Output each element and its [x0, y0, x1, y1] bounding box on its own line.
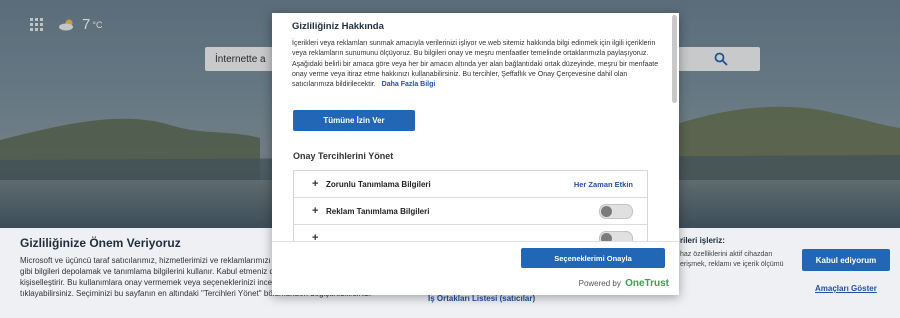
- always-active-status: Her Zaman Etkin: [573, 179, 633, 189]
- modal-description: İçerikleri veya reklamları sunmak amacıy…: [292, 39, 662, 90]
- powered-by[interactable]: Powered by OneTrust: [579, 278, 669, 289]
- show-purposes-link[interactable]: Amaçları Göster: [815, 284, 877, 293]
- category-row-partial[interactable]: +: [294, 225, 647, 241]
- preferences-title: Onay Tercihlerini Yönet: [293, 151, 394, 161]
- category-row-strictly-necessary[interactable]: + Zorunlu Tanımlama Bilgileri Her Zaman …: [294, 171, 647, 198]
- accept-button[interactable]: Kabul ediyorum: [802, 249, 890, 271]
- category-label: Reklam Tanımlama Bilgileri: [326, 206, 430, 216]
- expand-plus-icon[interactable]: +: [312, 178, 322, 190]
- category-row-advertising[interactable]: + Reklam Tanımlama Bilgileri: [294, 198, 647, 225]
- expand-plus-icon[interactable]: +: [312, 205, 322, 217]
- modal-description-text: İçerikleri veya reklamları sunmak amacıy…: [292, 40, 659, 89]
- modal-scrollbar[interactable]: [672, 15, 677, 103]
- advertising-toggle[interactable]: [599, 203, 633, 219]
- category-label: Zorunlu Tanımlama Bilgileri: [326, 179, 431, 189]
- expand-plus-icon[interactable]: +: [312, 232, 322, 241]
- category-toggle[interactable]: [599, 230, 633, 241]
- privacy-modal: Gizliliğiniz Hakkında İçerikleri veya re…: [272, 13, 679, 295]
- powered-by-label: Powered by: [578, 279, 621, 288]
- modal-title: Gizliliğiniz Hakkında: [292, 21, 384, 32]
- consent-categories: + Zorunlu Tanımlama Bilgileri Her Zaman …: [293, 170, 648, 241]
- onetrust-logo: OneTrust: [625, 278, 669, 289]
- more-info-link[interactable]: Daha Fazla Bilgi: [382, 81, 436, 88]
- allow-all-button[interactable]: Tümüne İzin Ver: [293, 110, 415, 131]
- banner-title: Gizliliğinize Önem Veriyoruz: [20, 236, 181, 250]
- modal-scroll-area[interactable]: Gizliliğiniz Hakkında İçerikleri veya re…: [272, 13, 672, 241]
- banner-right-heading: rileri işleriz:: [680, 236, 725, 245]
- banner-right-body: haz özelliklerini aktif cihazdan erişmek…: [680, 251, 784, 268]
- modal-footer: Seçeneklerimi Onayla Powered by OneTrust: [272, 241, 679, 295]
- partners-list-link[interactable]: İş Ortakları Listesi (satıcılar): [428, 294, 535, 303]
- confirm-choices-button[interactable]: Seçeneklerimi Onayla: [521, 248, 665, 268]
